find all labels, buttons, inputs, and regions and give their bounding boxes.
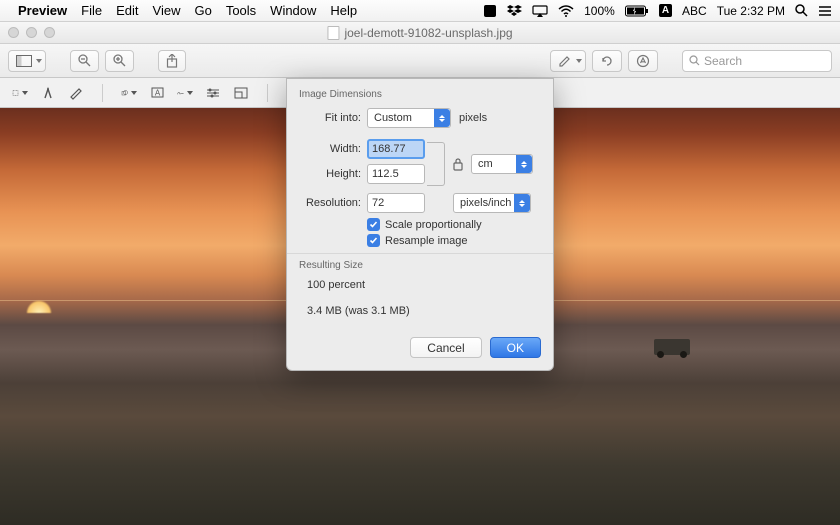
resolution-input[interactable]: 72 [367,193,425,213]
battery-icon[interactable] [625,5,649,17]
menu-view[interactable]: View [153,3,181,18]
image-content [654,339,690,355]
scale-proportionally-label: Scale proportionally [385,219,482,231]
app-menu[interactable]: Preview [18,3,67,18]
highlight-button[interactable] [550,50,586,72]
battery-percent[interactable]: 100% [584,4,615,18]
checkbox-checked-icon [367,234,380,247]
svg-text:A: A [154,89,160,98]
quip-menu-icon[interactable] [483,4,497,18]
resolution-unit-value: pixels/inch [460,197,511,209]
wifi-menu-icon[interactable] [558,5,574,17]
menu-edit[interactable]: Edit [116,3,138,18]
checkbox-checked-icon [367,218,380,231]
traffic-minimize[interactable] [26,27,37,38]
select-stepper-icon [514,194,530,212]
scale-proportionally-checkbox[interactable]: Scale proportionally [367,218,541,231]
menu-window[interactable]: Window [270,3,316,18]
width-label: Width: [299,143,361,155]
rotate-button[interactable] [592,50,622,72]
fit-into-label: Fit into: [299,112,361,124]
toolbar-search[interactable]: Search [682,50,832,72]
notification-center-icon[interactable] [818,5,832,17]
sidebar-view-button[interactable] [8,50,46,72]
sign-tool[interactable] [177,85,193,101]
zoom-out-button[interactable] [70,50,99,72]
window-titlebar: joel-demott-91082-unsplash.jpg [0,22,840,44]
dialog-section-title: Image Dimensions [299,89,541,100]
resample-image-checkbox[interactable]: Resample image [367,234,541,247]
window-title: joel-demott-91082-unsplash.jpg [344,26,512,40]
menu-help[interactable]: Help [330,3,357,18]
input-source-indicator[interactable]: A [659,4,672,17]
window-toolbar: Search [0,44,840,78]
share-button[interactable] [158,50,186,72]
fit-into-select[interactable]: Custom [367,108,451,128]
traffic-zoom[interactable] [44,27,55,38]
search-placeholder: Search [704,54,742,68]
shapes-tool[interactable] [121,85,137,101]
menubar-clock[interactable]: Tue 2:32 PM [717,4,785,18]
lock-aspect-bracket [427,142,445,186]
adjust-size-dialog: Image Dimensions Fit into: Custom pixels… [286,78,554,371]
dialog-section-title: Resulting Size [299,260,541,271]
resulting-size: 3.4 MB (was 3.1 MB) [307,305,541,317]
ok-button[interactable]: OK [490,337,541,358]
menu-file[interactable]: File [81,3,102,18]
resolution-unit-select[interactable]: pixels/inch [453,193,531,213]
menu-tools[interactable]: Tools [226,3,256,18]
search-icon [689,55,700,66]
resample-image-label: Resample image [385,235,468,247]
traffic-close[interactable] [8,27,19,38]
menu-go[interactable]: Go [194,3,211,18]
document-proxy-icon[interactable] [327,26,339,40]
spotlight-icon[interactable] [795,4,808,17]
image-content [26,300,52,313]
dimension-unit-value: cm [478,158,493,170]
fit-into-unit: pixels [459,112,487,124]
text-tool[interactable]: A [149,85,165,101]
select-stepper-icon [434,109,450,127]
dropbox-menu-icon[interactable] [507,4,522,17]
fit-into-value: Custom [374,112,412,124]
adjust-size-tool[interactable] [233,85,249,101]
zoom-in-button[interactable] [105,50,134,72]
resulting-percent: 100 percent [307,279,541,291]
dimension-unit-select[interactable]: cm [471,154,533,174]
resolution-label: Resolution: [299,197,361,209]
height-input[interactable]: 112.5 [367,164,425,184]
cancel-button[interactable]: Cancel [410,337,481,358]
width-input[interactable]: 168.77 [367,139,425,159]
lock-aspect-icon[interactable] [451,157,465,171]
input-source-label[interactable]: ABC [682,4,707,18]
select-stepper-icon [516,155,532,173]
height-label: Height: [299,168,361,180]
adjust-color-tool[interactable] [205,85,221,101]
airplay-menu-icon[interactable] [532,5,548,17]
instant-alpha-tool[interactable] [40,85,56,101]
system-menubar: Preview File Edit View Go Tools Window H… [0,0,840,22]
markup-button[interactable] [628,50,658,72]
sketch-tool[interactable] [68,85,84,101]
selection-tool[interactable] [12,85,28,101]
